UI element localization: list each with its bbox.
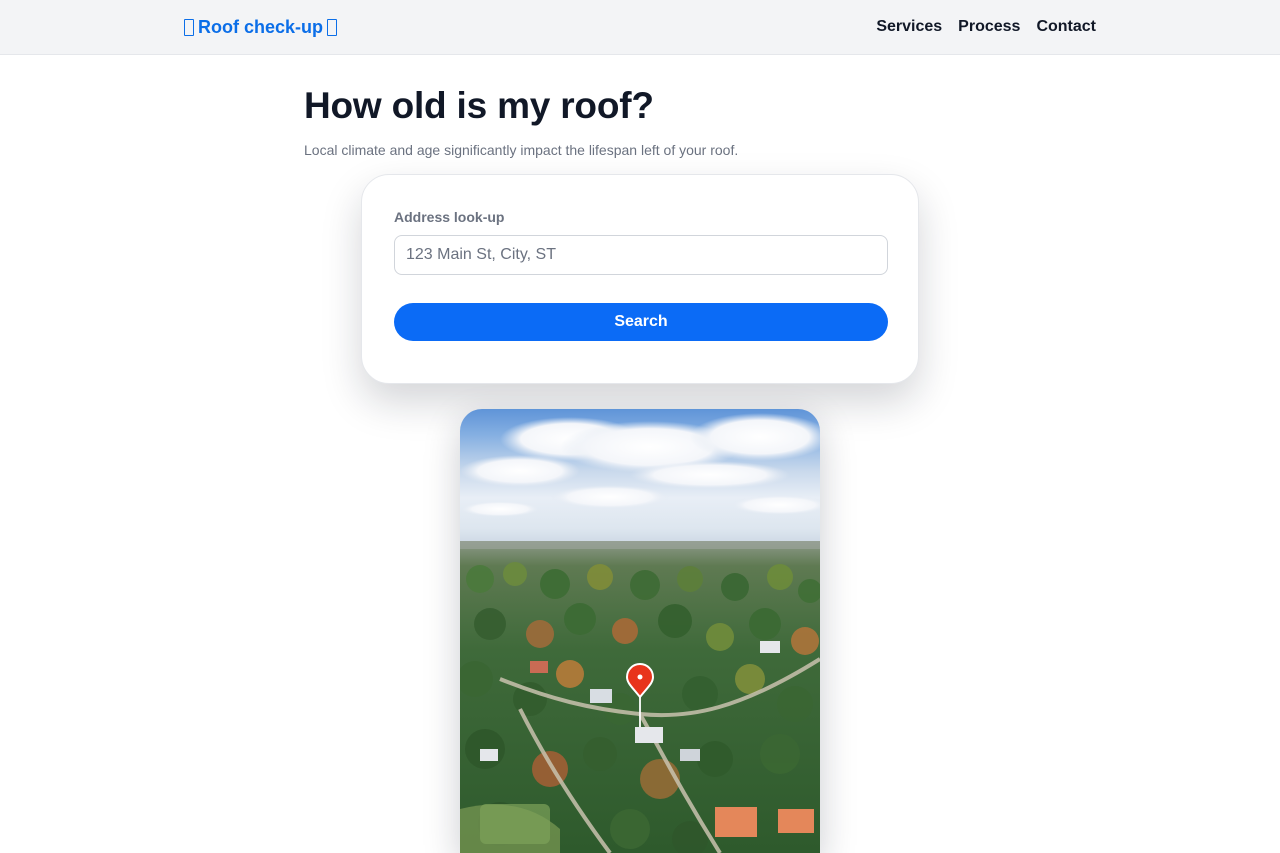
address-search-card: Address look-up Search: [361, 174, 919, 384]
top-navigation-bar: Roof check-up Services Process Contact: [0, 0, 1280, 55]
nav-link-process[interactable]: Process: [958, 17, 1020, 37]
search-button[interactable]: Search: [394, 303, 888, 341]
address-field-label: Address look-up: [394, 209, 505, 225]
page-title: How old is my roof?: [304, 85, 654, 126]
page-subtitle: Local climate and age significantly impa…: [304, 142, 739, 158]
sky-clouds: [460, 413, 820, 517]
address-input[interactable]: [394, 235, 888, 275]
brand-logo[interactable]: Roof check-up: [184, 16, 338, 38]
roof-icon: [327, 18, 338, 36]
brand-name: Roof check-up: [198, 17, 324, 37]
home-icon: [184, 18, 194, 36]
aerial-neighborhood-photo: [460, 409, 820, 853]
nav-link-services[interactable]: Services: [876, 17, 942, 37]
aerial-photo-illustration: [460, 413, 820, 853]
nav-link-contact[interactable]: Contact: [1036, 17, 1096, 37]
main-nav: Services Process Contact: [876, 17, 1096, 37]
